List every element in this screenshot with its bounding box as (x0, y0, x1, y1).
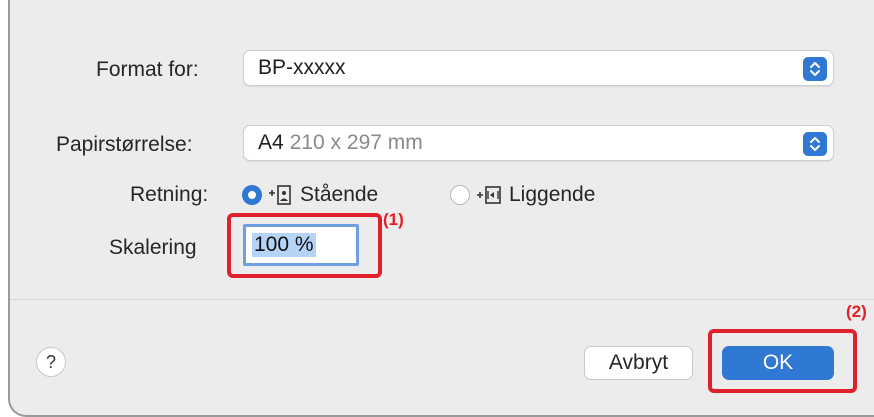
scale-label: Skalering (109, 236, 197, 259)
cancel-button[interactable]: Avbryt (584, 346, 693, 380)
landscape-radio[interactable] (450, 185, 470, 205)
paper-size-popup[interactable]: A4 210 x 297 mm (243, 125, 834, 161)
ok-callout: (2) (846, 302, 867, 321)
format-for-popup[interactable]: BP-xxxxx (243, 50, 834, 86)
popup-stepper-icon (803, 57, 827, 81)
landscape-label: Liggende (509, 183, 596, 206)
scale-highlight-box (227, 213, 382, 278)
paper-size-value: A4 (258, 131, 284, 154)
popup-stepper-icon (803, 132, 827, 156)
paper-size-label: Papirstørrelse: (56, 133, 193, 156)
landscape-orientation-icon (477, 186, 501, 204)
portrait-radio[interactable] (242, 185, 262, 205)
divider (10, 299, 874, 300)
ok-highlight-box (708, 329, 857, 393)
format-for-value: BP-xxxxx (258, 56, 346, 79)
portrait-orientation-icon (269, 185, 291, 205)
paper-size-dimensions: 210 x 297 mm (289, 131, 423, 154)
portrait-label: Stående (300, 183, 379, 206)
help-button[interactable]: ? (36, 347, 66, 377)
scale-callout: (1) (383, 210, 404, 229)
orientation-label: Retning: (130, 183, 209, 206)
format-for-label: Format for: (96, 58, 199, 81)
